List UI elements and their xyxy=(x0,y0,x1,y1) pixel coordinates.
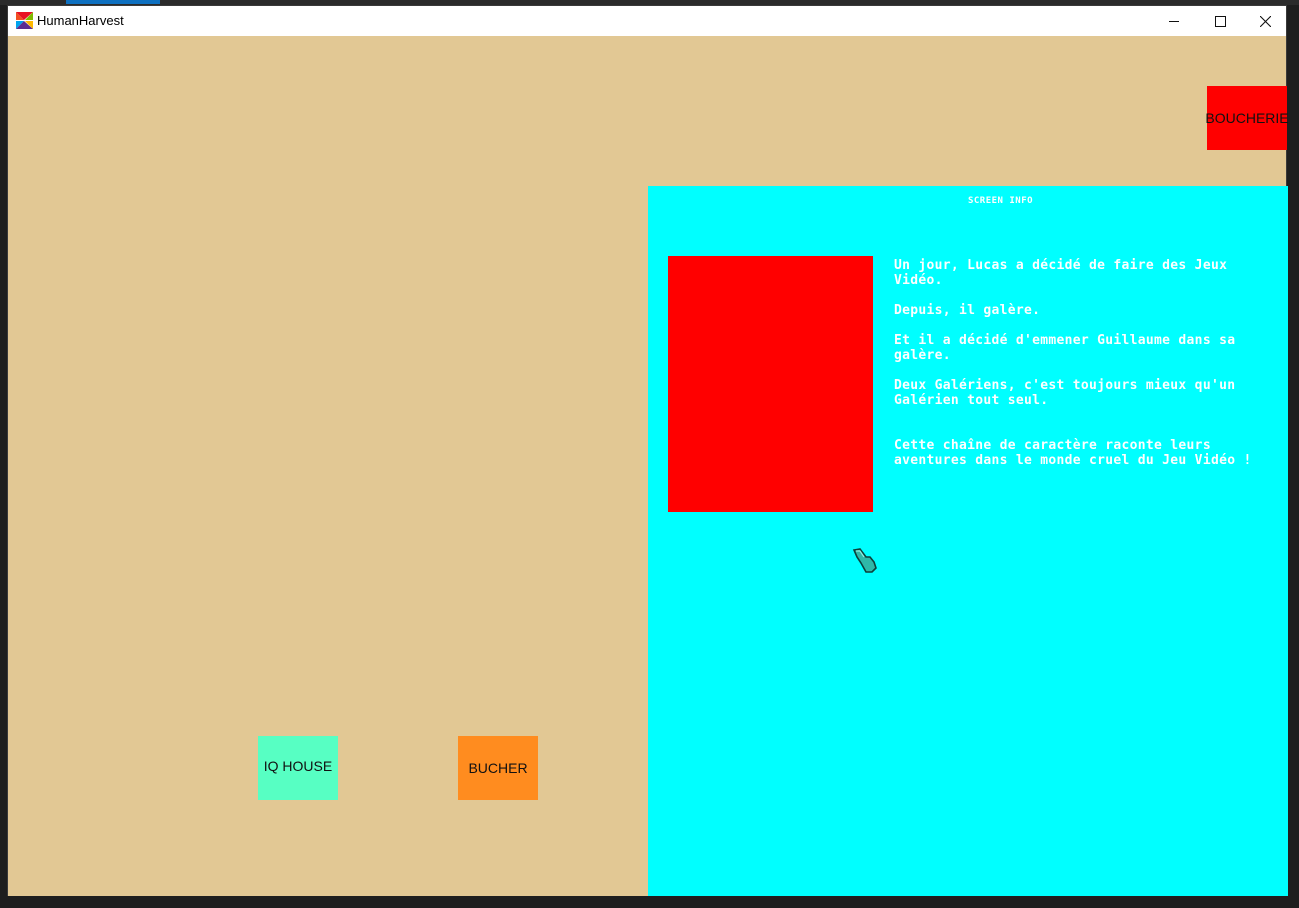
boucherie-building[interactable]: BOUCHERIE xyxy=(1205,86,1289,150)
bucher-building[interactable]: BUCHER xyxy=(458,736,538,800)
background-active-tab xyxy=(66,0,160,4)
story-paragraph: Un jour, Lucas a décidé de faire des Jeu… xyxy=(894,258,1228,288)
minimize-button[interactable] xyxy=(1151,6,1197,36)
story-paragraph: Depuis, il galère. xyxy=(894,303,1041,318)
game-window: HumanHarvest BOUCHERIE IQ HOUSE BUCHER S… xyxy=(7,5,1289,896)
story-paragraph: Cette chaîne de caractère raconte leurs … xyxy=(894,438,1252,468)
game-canvas[interactable]: BOUCHERIE IQ HOUSE BUCHER SCREEN INFO Un… xyxy=(8,36,1289,896)
minimize-icon xyxy=(1168,20,1179,22)
app-logo-icon xyxy=(16,12,33,29)
pointing-hand-cursor-icon xyxy=(852,548,882,578)
screen-info-panel: SCREEN INFO Un jour, Lucas a décidé de f… xyxy=(648,186,1288,896)
story-paragraph: Deux Galériens, c'est toujours mieux qu'… xyxy=(894,378,1236,408)
maximize-icon xyxy=(1214,15,1226,27)
story-paragraph: Et il a décidé d'emmener Guillaume dans … xyxy=(894,333,1236,363)
character-portrait xyxy=(668,256,877,573)
close-icon xyxy=(1259,15,1271,27)
maximize-button[interactable] xyxy=(1197,6,1243,36)
close-button[interactable] xyxy=(1242,6,1288,36)
title-bar[interactable]: HumanHarvest xyxy=(8,6,1286,36)
story-text: Un jour, Lucas a décidé de faire des Jeu… xyxy=(894,258,1279,483)
screen-info-title: SCREEN INFO xyxy=(967,196,1034,206)
window-title: HumanHarvest xyxy=(37,13,124,28)
iq-house-building[interactable]: IQ HOUSE xyxy=(258,736,338,800)
